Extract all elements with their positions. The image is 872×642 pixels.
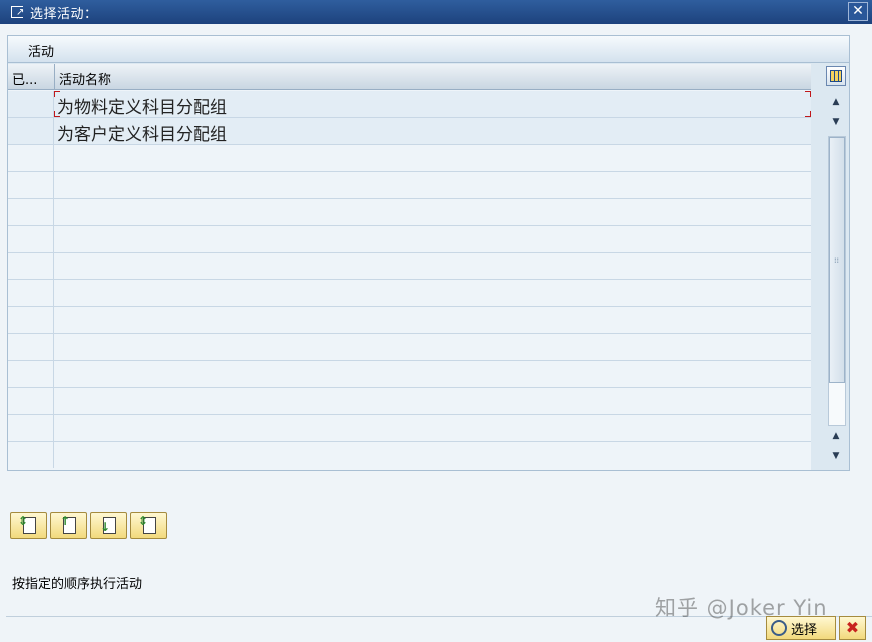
window-title: 选择活动： <box>30 6 98 22</box>
table-row[interactable] <box>8 415 811 442</box>
move-up-icon[interactable]: ↑ <box>50 512 87 539</box>
group-header: 活动 <box>8 36 849 63</box>
select-button[interactable]: 选择 <box>766 616 836 640</box>
table-settings-icon[interactable] <box>826 66 846 86</box>
activities-table: 已... 活动名称 为物料定义科目分配组 为客户定义科目分配组 <box>8 64 811 470</box>
row-selector[interactable] <box>8 388 54 414</box>
group-title: 活动 <box>28 45 55 60</box>
close-icon[interactable]: ✕ <box>848 2 868 21</box>
scroll-up-icon[interactable]: ▼ <box>826 114 846 130</box>
column-header-activity-name[interactable]: 活动名称 <box>59 69 111 88</box>
row-selector[interactable] <box>8 442 54 468</box>
search-icon <box>771 620 787 636</box>
table-row[interactable] <box>8 307 811 334</box>
select-all-icon[interactable]: ⇕ <box>10 512 47 539</box>
row-selector[interactable] <box>8 226 54 252</box>
deselect-all-icon[interactable]: ⇕ <box>130 512 167 539</box>
activity-name[interactable]: 为客户定义科目分配组 <box>57 120 227 145</box>
table-row[interactable] <box>8 172 811 199</box>
table-row[interactable]: 为客户定义科目分配组 <box>8 118 811 145</box>
row-selector[interactable] <box>8 145 54 171</box>
table-header: 已... 活动名称 <box>8 64 811 90</box>
row-selector[interactable] <box>8 415 54 441</box>
activity-name[interactable]: 为物料定义科目分配组 <box>57 93 227 118</box>
row-selector[interactable] <box>8 172 54 198</box>
row-selector[interactable] <box>8 253 54 279</box>
scroll-page-down-icon[interactable]: ▼ <box>826 448 846 464</box>
scroll-thumb[interactable]: ⁞⁞ <box>829 137 845 383</box>
title-bar: ↗ 选择活动： ✕ <box>0 0 872 24</box>
hint-text: 按指定的顺序执行活动 <box>12 577 143 592</box>
scroll-page-up-icon[interactable]: ▲ <box>826 94 846 110</box>
table-row[interactable] <box>8 253 811 280</box>
table-row[interactable] <box>8 199 811 226</box>
row-selector[interactable] <box>8 307 54 333</box>
row-selector[interactable] <box>8 334 54 360</box>
table-row[interactable] <box>8 388 811 415</box>
table-row[interactable] <box>8 226 811 253</box>
row-selector[interactable] <box>8 199 54 225</box>
row-selector[interactable] <box>8 91 54 117</box>
table-row[interactable] <box>8 280 811 307</box>
table-row[interactable] <box>8 145 811 172</box>
column-header-done[interactable]: 已... <box>12 69 37 88</box>
table-row[interactable] <box>8 442 811 469</box>
row-selector[interactable] <box>8 361 54 387</box>
vertical-scrollbar[interactable]: ▲ ▼ ⁞⁞ ▲ ▼ <box>826 94 846 464</box>
activities-group: 活动 已... 活动名称 为物料定义科目分配组 为客户定义科目分配组 ▲ ▼ ⁞… <box>7 35 850 471</box>
table-rows: 为物料定义科目分配组 为客户定义科目分配组 <box>8 91 811 469</box>
table-row[interactable]: 为物料定义科目分配组 <box>8 91 811 118</box>
scroll-down-icon[interactable]: ▲ <box>826 428 846 444</box>
cancel-icon[interactable]: ✖ <box>839 616 866 640</box>
row-selector[interactable] <box>8 280 54 306</box>
table-row[interactable] <box>8 361 811 388</box>
dialog-icon: ↗ <box>10 5 26 19</box>
move-down-icon[interactable]: ↓ <box>90 512 127 539</box>
table-row[interactable] <box>8 334 811 361</box>
scroll-track[interactable]: ⁞⁞ <box>828 136 846 426</box>
select-button-label: 选择 <box>791 622 818 638</box>
row-selector[interactable] <box>8 118 54 144</box>
